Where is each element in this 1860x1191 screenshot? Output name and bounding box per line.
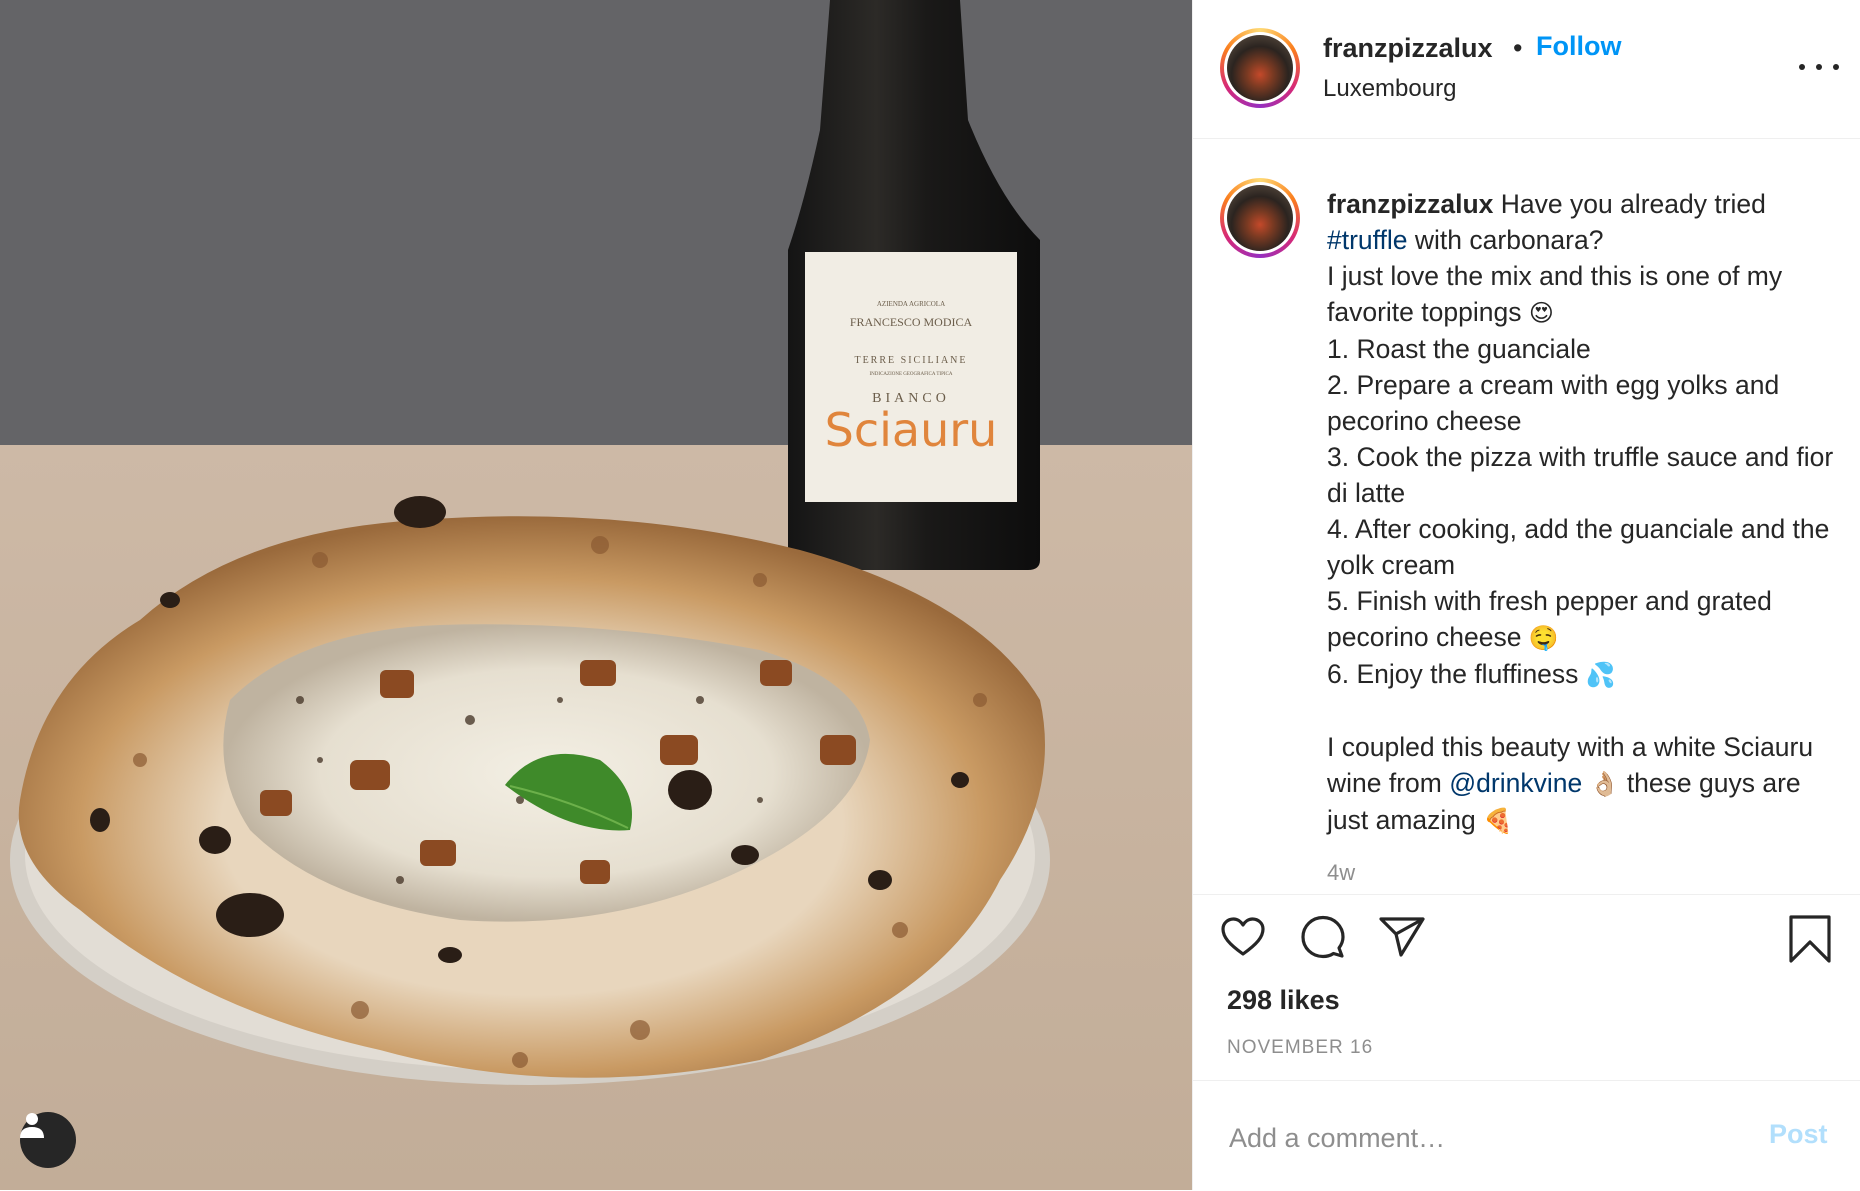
post-location[interactable]: Luxembourg — [1323, 75, 1456, 103]
save-button[interactable] — [1789, 915, 1831, 966]
wine-label-line4: INDICAZIONE GEOGRAFICA TIPICA — [870, 372, 953, 377]
caption-intro: Have you already tried — [1493, 189, 1766, 219]
caption-step2: 2. Prepare a cream with egg yolks and pe… — [1327, 370, 1780, 436]
user-tag-button[interactable] — [20, 1112, 76, 1168]
header-separator: • — [1513, 33, 1523, 63]
post-actions: 298 likes NOVEMBER 16 — [1193, 894, 1860, 1081]
post-header: franzpizzalux • Follow Luxembourg — [1193, 0, 1860, 139]
wine-label-line1: AZIENDA AGRICOLA — [877, 300, 945, 308]
post-username[interactable]: franzpizzalux — [1323, 33, 1493, 64]
hashtag-link[interactable]: #truffle — [1327, 225, 1408, 255]
ok-hand-emoji: 👌🏼 — [1589, 770, 1620, 798]
follow-button[interactable]: Follow — [1536, 31, 1621, 62]
mention-link[interactable]: @drinkvine — [1449, 768, 1582, 798]
post-date[interactable]: NOVEMBER 16 — [1227, 1037, 1373, 1059]
wine-label-line3: TERRE SICILIANE — [854, 355, 967, 366]
comment-input[interactable] — [1227, 1115, 1731, 1161]
caption-line2: I just love the mix and this is one of m… — [1327, 261, 1783, 327]
pizza-and-wine-image: AZIENDA AGRICOLA FRANCESCO MODICA TERRE … — [0, 0, 1192, 1190]
caption-time-ago[interactable]: 4w — [1327, 860, 1355, 886]
caption-section: franzpizzalux Have you already tried #tr… — [1193, 138, 1860, 894]
caption-username[interactable]: franzpizzalux — [1327, 189, 1493, 219]
share-button[interactable] — [1379, 917, 1425, 960]
post-comment-button[interactable]: Post — [1769, 1119, 1828, 1150]
bookmark-icon — [1789, 915, 1831, 963]
post-caption: franzpizzalux Have you already tried #tr… — [1327, 186, 1847, 839]
more-options-icon — [1799, 64, 1805, 70]
share-icon — [1379, 917, 1425, 957]
caption-step3: 3. Cook the pizza with truffle sauce and… — [1327, 442, 1834, 508]
wine-label-line2: FRANCESCO MODICA — [850, 315, 973, 329]
caption-step6: 6. Enjoy the fluffiness — [1327, 659, 1579, 689]
caption-step1: 1. Roast the guanciale — [1327, 334, 1591, 364]
comment-button[interactable] — [1301, 915, 1345, 962]
likes-count[interactable]: 298 likes — [1227, 985, 1340, 1016]
post-side-panel: franzpizzalux • Follow Luxembourg franzp… — [1192, 0, 1860, 1190]
heart-eyes-emoji: 😍 — [1528, 299, 1554, 327]
avatar[interactable] — [1220, 28, 1300, 108]
caption-avatar[interactable] — [1220, 178, 1300, 258]
like-button[interactable] — [1221, 917, 1265, 960]
droplets-emoji: 💦 — [1585, 661, 1616, 689]
heart-icon — [1221, 917, 1265, 956]
user-tag-icon — [20, 1113, 44, 1138]
caption-step4: 4. After cooking, add the guanciale and … — [1327, 514, 1830, 580]
comment-icon — [1301, 915, 1345, 959]
add-comment-section: Post — [1193, 1080, 1860, 1191]
pizza-emoji: 🍕 — [1483, 807, 1514, 835]
post-photo[interactable]: AZIENDA AGRICOLA FRANCESCO MODICA TERRE … — [0, 0, 1192, 1190]
wine-label-name: Sciauru — [825, 403, 998, 457]
caption-after-hashtag: with carbonara? — [1407, 225, 1604, 255]
drooling-emoji: 🤤 — [1528, 624, 1559, 652]
more-options-button[interactable] — [1799, 52, 1839, 82]
